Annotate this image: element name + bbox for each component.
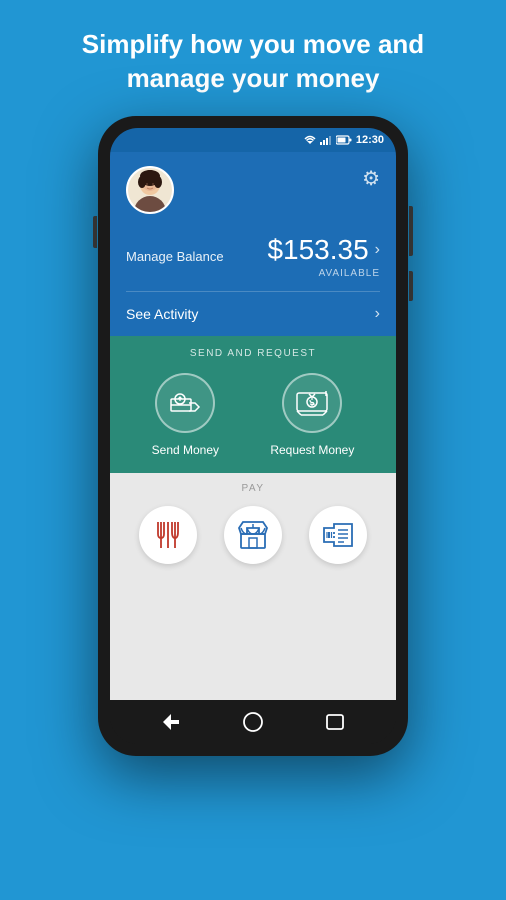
balance-chevron-icon: › [375, 241, 380, 259]
top-section: ⚙ Manage Balance $153.35 › AVAILABLE See… [110, 152, 396, 336]
see-activity-label: See Activity [126, 306, 198, 322]
header-text-1: Simplify how you move and [82, 29, 424, 59]
manage-balance-label: Manage Balance [126, 249, 224, 264]
send-request-section: SEND AND REQUEST [110, 336, 396, 473]
header-text-2: manage your money [127, 63, 380, 93]
balance-right: $153.35 › AVAILABLE [267, 234, 380, 279]
recents-button[interactable] [320, 707, 350, 737]
available-label: AVAILABLE [267, 268, 380, 279]
volume-button-right [409, 271, 413, 301]
send-money-label: Send Money [152, 443, 219, 457]
volume-button-left [93, 216, 97, 248]
nav-bar [110, 700, 396, 744]
back-button[interactable] [156, 707, 186, 737]
request-money-circle [282, 373, 342, 433]
ticket-icon [322, 522, 354, 548]
phone-frame: 12:30 [98, 116, 408, 756]
pay-label: PAY [126, 483, 380, 494]
home-button[interactable] [238, 707, 268, 737]
request-money-label: Request Money [270, 443, 354, 457]
dining-icon [154, 520, 182, 550]
status-time: 12:30 [356, 134, 384, 146]
see-activity-row[interactable]: See Activity › [126, 292, 380, 336]
request-money-icon [295, 389, 329, 417]
store-pay-button[interactable] [224, 506, 282, 564]
pay-section: PAY [110, 473, 396, 700]
send-money-icon [169, 389, 201, 417]
phone-screen: 12:30 [110, 128, 396, 744]
pay-buttons-row [126, 506, 380, 564]
back-icon [162, 713, 180, 731]
home-icon [243, 712, 263, 732]
status-bar: 12:30 [110, 128, 396, 152]
dining-pay-button[interactable] [139, 506, 197, 564]
signal-icon [320, 135, 332, 145]
app-content: ⚙ Manage Balance $153.35 › AVAILABLE See… [110, 152, 396, 700]
send-money-button[interactable]: Send Money [152, 373, 219, 457]
settings-icon[interactable]: ⚙ [362, 166, 380, 191]
balance-amount: $153.35 [267, 234, 368, 266]
request-money-button[interactable]: Request Money [270, 373, 354, 457]
status-icons: 12:30 [304, 134, 384, 146]
recents-icon [326, 714, 344, 730]
avatar-image [128, 168, 172, 212]
balance-section: Manage Balance $153.35 › AVAILABLE [126, 224, 380, 291]
action-buttons-row: Send Money [126, 373, 380, 457]
send-money-circle [155, 373, 215, 433]
avatar[interactable] [126, 166, 174, 214]
power-button-right [409, 206, 413, 256]
battery-icon [336, 135, 352, 145]
page-header: Simplify how you move and manage your mo… [52, 0, 454, 116]
send-request-label: SEND AND REQUEST [126, 348, 380, 359]
store-icon [237, 520, 269, 550]
see-activity-chevron-icon: › [375, 305, 380, 323]
wifi-icon [304, 135, 316, 145]
ticket-pay-button[interactable] [309, 506, 367, 564]
